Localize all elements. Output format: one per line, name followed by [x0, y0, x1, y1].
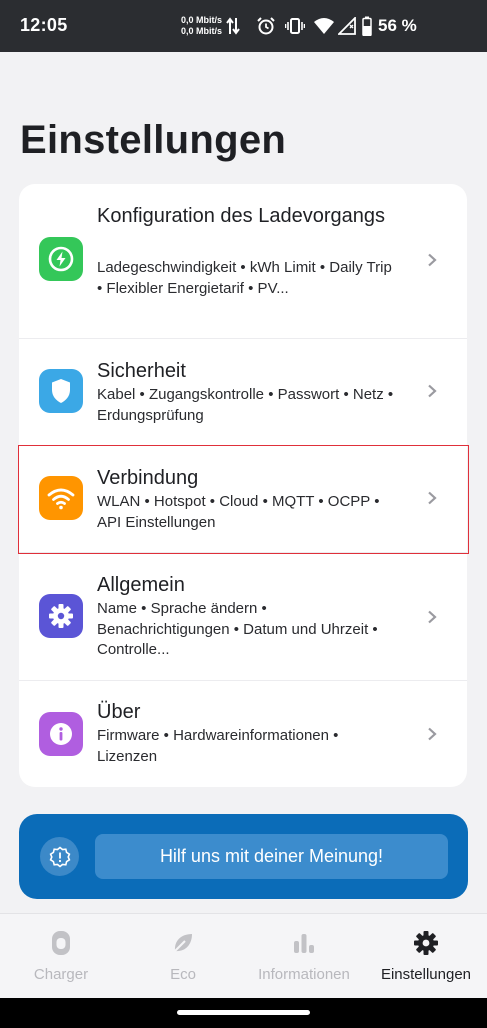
settings-item-title: Allgemein: [97, 574, 185, 596]
settings-list: Konfiguration des Ladevorgangs Ladegesch…: [19, 184, 467, 787]
status-time: 12:05: [20, 15, 68, 35]
wifi-icon: [314, 18, 334, 34]
gear-icon: [39, 594, 83, 638]
battery-icon: [362, 16, 372, 36]
vibrate-icon: [285, 18, 305, 34]
chevron-right-icon: [428, 491, 437, 505]
nav-item-eco[interactable]: Eco: [122, 914, 244, 999]
feedback-banner: Hilf uns mit deiner Meinung!: [19, 814, 468, 899]
network-speed: 0,0 Mbit/s 0,0 Mbit/s: [181, 15, 222, 37]
feedback-badge-icon: [40, 837, 79, 876]
nav-item-charger[interactable]: Charger: [0, 914, 122, 999]
network-speed-down: 0,0 Mbit/s: [181, 26, 223, 36]
data-arrows-icon: [226, 17, 240, 35]
feedback-button[interactable]: Hilf uns mit deiner Meinung!: [95, 834, 448, 879]
leaf-icon: [170, 930, 196, 956]
settings-item-general[interactable]: Allgemein Name • Sprache ändern • Benach…: [19, 553, 467, 680]
lightning-icon: [39, 237, 83, 281]
settings-item-title: Konfiguration des Ladevorgangs: [97, 205, 385, 227]
nav-label: Einstellungen: [380, 966, 472, 983]
settings-item-subtitle: Ladegeschwindigkeit • kWh Limit • Daily …: [97, 259, 392, 297]
info-icon: [39, 712, 83, 756]
settings-item-subtitle: Name • Sprache ändern • Benachrichtigung…: [97, 600, 378, 658]
chevron-right-icon: [428, 610, 437, 624]
gesture-bar: [0, 998, 487, 1028]
nav-label: Eco: [170, 966, 196, 983]
page-title: Einstellungen: [20, 118, 287, 162]
settings-item-title: Verbindung: [97, 467, 199, 489]
settings-item-security[interactable]: Sicherheit Kabel • Zugangskontrolle • Pa…: [19, 339, 467, 445]
battery-percentage: 56 %: [378, 16, 417, 35]
shield-icon: [39, 369, 83, 413]
settings-item-subtitle: WLAN • Hotspot • Cloud • MQTT • OCPP • A…: [97, 493, 380, 531]
chevron-right-icon: [428, 253, 437, 267]
nav-label: Charger: [33, 966, 89, 983]
chevron-right-icon: [428, 727, 437, 741]
settings-item-about[interactable]: Über Firmware • Hardwareinformationen • …: [19, 681, 467, 787]
signal-icon: [338, 17, 356, 35]
charger-icon: [48, 930, 74, 956]
chevron-right-icon: [428, 384, 437, 398]
nav-label: Informationen: [258, 966, 350, 983]
wifi-icon: [39, 476, 83, 520]
gear-icon: [413, 930, 439, 956]
nav-item-einstellungen[interactable]: Einstellungen: [365, 914, 487, 999]
settings-item-connection[interactable]: Verbindung WLAN • Hotspot • Cloud • MQTT…: [19, 446, 467, 552]
settings-item-charging-config[interactable]: Konfiguration des Ladevorgangs Ladegesch…: [19, 184, 467, 338]
nav-item-informationen[interactable]: Informationen: [243, 914, 365, 999]
status-bar: 12:05 0,0 Mbit/s 0,0 Mbit/s 56 %: [0, 0, 487, 52]
settings-item-subtitle: Kabel • Zugangskontrolle • Passwort • Ne…: [97, 386, 394, 424]
bottom-navigation: Charger Eco Informationen Einstellungen: [0, 913, 487, 998]
settings-item-subtitle: Firmware • Hardwareinformationen • Lizen…: [97, 727, 339, 765]
network-speed-up: 0,0 Mbit/s: [181, 15, 223, 25]
bar-chart-icon: [291, 930, 317, 956]
alarm-icon: [257, 17, 275, 35]
settings-item-title: Über: [97, 701, 141, 723]
home-indicator[interactable]: [177, 1010, 310, 1015]
settings-item-title: Sicherheit: [97, 360, 186, 382]
status-icons: 56 %: [226, 14, 417, 38]
